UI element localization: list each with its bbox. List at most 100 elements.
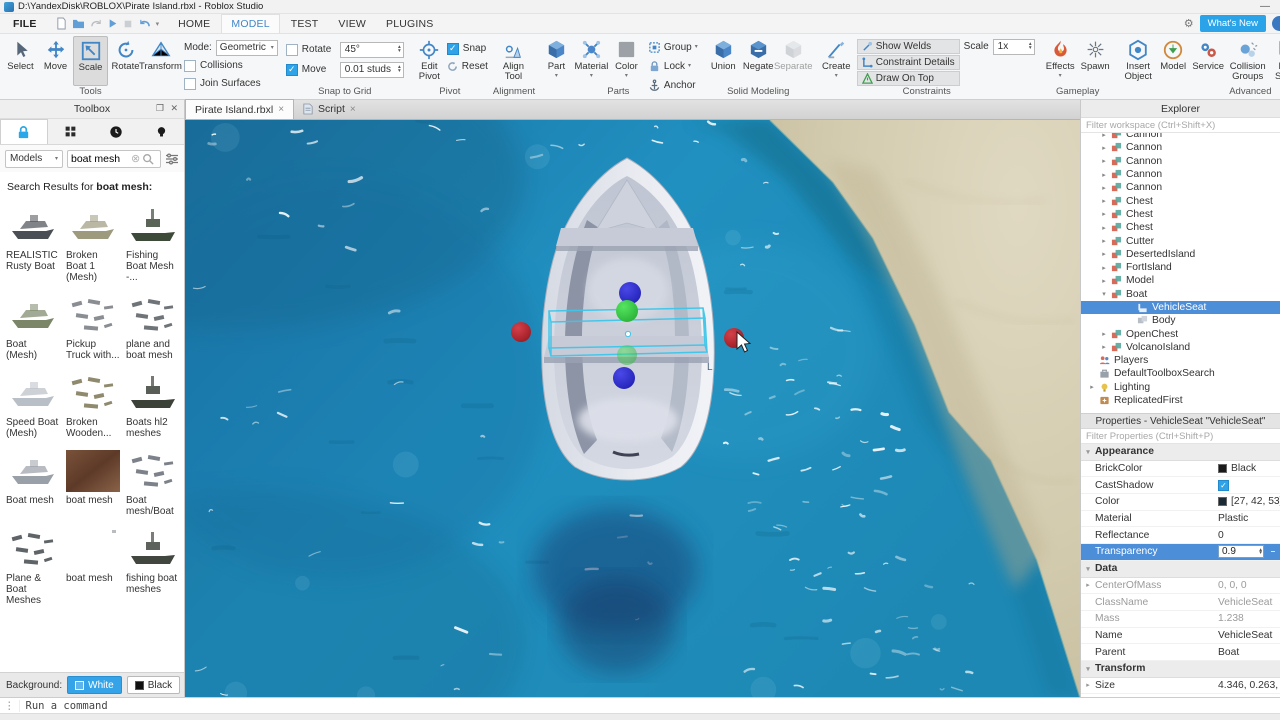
tab-script[interactable]: Script × — [294, 99, 365, 119]
tree-item-vehicleseat[interactable]: VehicleSeat — [1081, 300, 1280, 315]
separate-button[interactable]: Separate — [774, 36, 813, 86]
command-bar[interactable]: ⋮ Run a command — [0, 697, 1280, 713]
join-surfaces-checkbox[interactable]: Join Surfaces — [184, 76, 278, 91]
toolbox-tab-marketplace[interactable] — [48, 119, 94, 144]
tree-expand-chevron[interactable]: ▸ — [1099, 237, 1109, 245]
clear-search-icon[interactable]: ⊗ — [131, 152, 140, 165]
tree-expand-chevron[interactable]: ▸ — [1099, 250, 1109, 258]
background-white-button[interactable]: White — [67, 676, 122, 694]
property-value[interactable]: 0, 0, 0 — [1218, 580, 1247, 591]
show-welds-toggle[interactable]: Show Welds — [856, 39, 960, 54]
tab-home[interactable]: HOME — [169, 15, 219, 33]
background-black-button[interactable]: Black — [126, 676, 181, 694]
pivot-reset-button[interactable]: Reset — [447, 59, 488, 74]
search-icon[interactable] — [142, 153, 154, 165]
tree-expand-chevron[interactable]: ▸ — [1099, 264, 1109, 272]
property-row-castshadow[interactable]: CastShadow ✓ — [1081, 477, 1280, 495]
toolbox-item[interactable]: Speed Boat (Mesh) — [4, 370, 62, 439]
rotate-snap-stepper[interactable]: 45° ▴ ▾ — [339, 41, 404, 58]
viewport-3d[interactable]: L — [185, 120, 1080, 697]
property-value[interactable]: VehicleSeat — [1218, 630, 1272, 641]
tree-expand-chevron[interactable]: ▸ — [1099, 343, 1109, 351]
edit-pivot-button[interactable]: Edit Pivot — [412, 36, 447, 86]
tab-view[interactable]: VIEW — [329, 15, 375, 33]
tree-item-openchest[interactable]: ▸ OpenChest — [1081, 327, 1280, 340]
property-row-name[interactable]: Name VehicleSeat — [1081, 628, 1280, 645]
toolbox-search-input[interactable] — [71, 152, 129, 165]
toolbox-item[interactable]: Boat (Mesh) — [4, 292, 62, 361]
section-collapse-chevron[interactable]: ▾ — [1081, 565, 1095, 573]
run-script-button[interactable]: Run Script — [1270, 36, 1280, 86]
tab-pirate-island[interactable]: Pirate Island.rbxl × — [185, 99, 295, 119]
tree-item-cannon[interactable]: ▸ Cannon — [1081, 168, 1280, 181]
command-input[interactable]: Run a command — [20, 700, 108, 712]
insert-model-button[interactable]: Model — [1156, 36, 1191, 86]
section-collapse-chevron[interactable]: ▾ — [1081, 448, 1095, 456]
tree-item-body[interactable]: Body — [1081, 314, 1280, 327]
tree-item-model[interactable]: ▸ Model — [1081, 274, 1280, 287]
toolbox-item[interactable]: Boat mesh — [4, 448, 62, 517]
avatar[interactable] — [1272, 16, 1280, 31]
collisions-checkbox[interactable]: Collisions — [184, 58, 278, 73]
constraint-details-toggle[interactable]: Constraint Details — [856, 55, 960, 70]
scale-handle-back[interactable] — [613, 367, 635, 389]
minimize-icon[interactable]: — — [1260, 1, 1276, 12]
spawn-button[interactable]: Spawn — [1078, 36, 1113, 86]
paste-icon[interactable] — [123, 19, 133, 29]
tree-item-cutter[interactable]: ▸ Cutter — [1081, 234, 1280, 247]
union-button[interactable]: Union — [706, 36, 741, 86]
tree-expand-chevron[interactable]: ▸ — [1099, 210, 1109, 218]
property-value[interactable]: Plastic — [1218, 513, 1248, 524]
toolbox-item[interactable]: Broken Boat 1 (Mesh) — [64, 203, 122, 283]
scale-handle-top[interactable] — [616, 300, 638, 322]
draw-on-top-toggle[interactable]: Draw On Top — [856, 71, 960, 86]
tree-item-players[interactable]: Players — [1081, 354, 1280, 367]
tree-item-desertedisland[interactable]: ▸ DesertedIsland — [1081, 248, 1280, 261]
tab-plugins[interactable]: PLUGINS — [377, 15, 443, 33]
undo-icon[interactable] — [138, 18, 151, 29]
align-tool-button[interactable]: Align Tool — [496, 36, 531, 86]
scale-handle-bottom[interactable] — [617, 345, 637, 365]
tree-item-cannon[interactable]: ▸ Cannon — [1081, 133, 1280, 141]
property-section-transform[interactable]: ▾ Transform — [1081, 660, 1280, 678]
pivot-snap-checkbox[interactable]: ✓ Snap — [446, 41, 488, 56]
close-icon[interactable]: × — [278, 104, 284, 115]
filter-icon[interactable] — [165, 152, 179, 165]
mode-dropdown[interactable]: Geometric ▾ — [215, 39, 278, 56]
tree-item-volcanoisland[interactable]: ▸ VolcanoIsland — [1081, 341, 1280, 354]
property-value[interactable]: 1.238 — [1218, 613, 1244, 624]
property-row-parent[interactable]: Parent Boat — [1081, 644, 1280, 661]
service-button[interactable]: Service — [1191, 36, 1226, 86]
tree-expand-chevron[interactable]: ▸ — [1099, 157, 1109, 165]
tree-item-chest[interactable]: ▸ Chest — [1081, 221, 1280, 234]
transform-tool-button[interactable]: Transform — [139, 36, 182, 86]
drag-grip-icon[interactable]: ⋮ — [0, 699, 20, 712]
tree-expand-chevron[interactable]: ▸ — [1099, 144, 1109, 152]
new-file-icon[interactable] — [56, 17, 67, 30]
color-button[interactable]: Color ▾ — [609, 36, 644, 86]
scale-handle-left[interactable] — [511, 322, 531, 342]
property-row-reflectance[interactable]: Reflectance 0 — [1081, 527, 1280, 545]
tree-item-cannon[interactable]: ▸ Cannon — [1081, 181, 1280, 194]
tree-item-defaulttoolboxsearch[interactable]: DefaultToolboxSearch — [1081, 367, 1280, 380]
tree-item-replicatedfirst[interactable]: ReplicatedFirst — [1081, 394, 1280, 407]
toolbox-tab-recent[interactable] — [93, 119, 139, 144]
toolbox-tab-inventory[interactable] — [0, 119, 48, 144]
tree-expand-chevron[interactable]: ▸ — [1099, 184, 1109, 192]
tree-expand-chevron[interactable]: ▸ — [1099, 330, 1109, 338]
property-row-centerofmass[interactable]: ▸ CenterOfMass 0, 0, 0 — [1081, 578, 1280, 595]
select-tool-button[interactable]: Select — [3, 36, 38, 86]
insert-object-button[interactable]: Insert Object — [1121, 36, 1156, 86]
tree-expand-chevron[interactable]: ▸ — [1099, 133, 1109, 139]
property-row-brickcolor[interactable]: BrickColor Black — [1081, 461, 1280, 478]
material-button[interactable]: Material ▾ — [574, 36, 609, 86]
redo-icon[interactable] — [90, 18, 103, 29]
scale-tool-button[interactable]: Scale — [73, 36, 108, 86]
property-section-data[interactable]: ▾ Data — [1081, 560, 1280, 578]
tree-item-fortisland[interactable]: ▸ FortIsland — [1081, 261, 1280, 274]
settings-gear-icon[interactable]: ⚙ — [1184, 17, 1194, 30]
property-row-size[interactable]: ▸ Size 4.346, 0.263, 1.547 — [1081, 678, 1280, 695]
create-constraint-button[interactable]: Create ▾ — [819, 36, 854, 86]
whats-new-button[interactable]: What's New — [1199, 15, 1266, 32]
castshadow-checkbox[interactable]: ✓ — [1218, 479, 1229, 491]
